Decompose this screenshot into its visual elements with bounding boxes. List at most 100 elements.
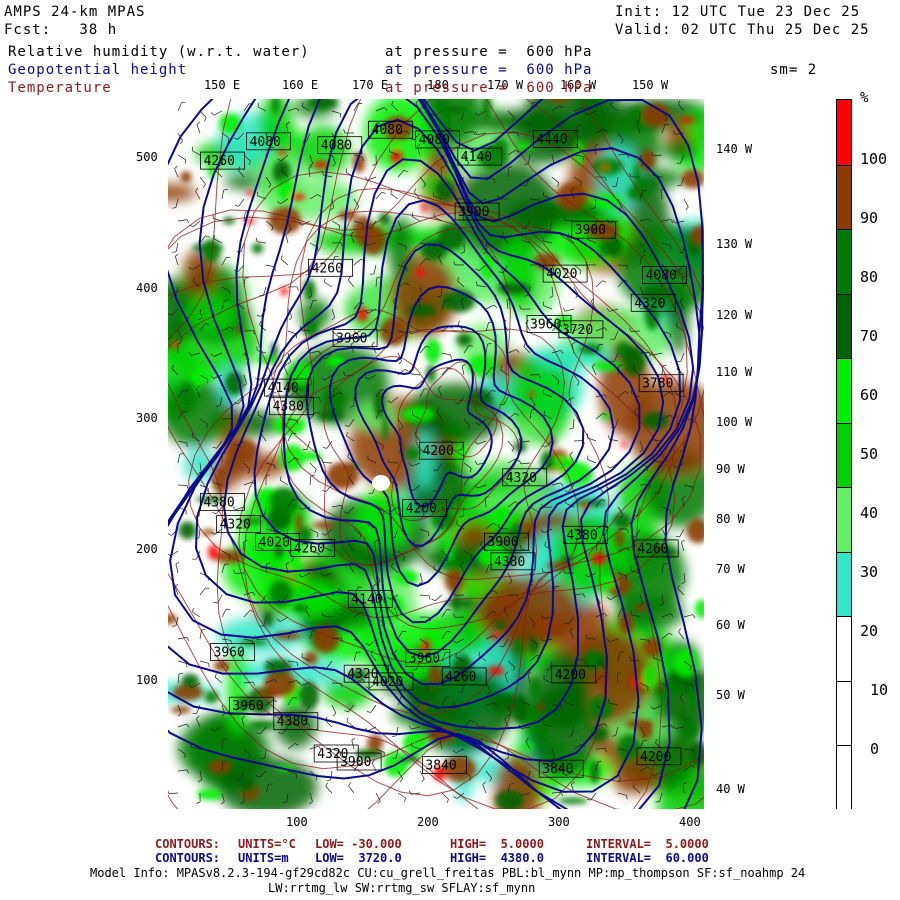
humidity-detail	[402, 730, 428, 756]
wind-barb-flag	[189, 224, 194, 228]
wind-barb-flag	[681, 539, 685, 543]
wind-barb-flag	[560, 792, 564, 797]
wind-barb	[309, 475, 312, 486]
wind-barb-flag	[220, 801, 225, 805]
wind-barb-flag	[196, 715, 200, 720]
wind-barb	[324, 281, 333, 288]
wind-barb-flag	[177, 713, 182, 717]
wind-barb	[630, 330, 641, 332]
wind-barb-flag	[675, 535, 680, 538]
smoothing-label: sm= 2	[770, 62, 818, 78]
wind-barb-flag	[450, 354, 452, 359]
wind-barb-flag	[171, 207, 176, 209]
wind-barb-flag	[602, 280, 607, 283]
wind-barb-flag	[325, 782, 328, 787]
height-label: 3780	[642, 377, 673, 392]
humidity-detail	[642, 665, 657, 690]
height-label: 3900	[340, 755, 371, 770]
wind-barb-flag	[174, 583, 179, 587]
wind-barb	[256, 638, 267, 640]
wind-barb-flag	[174, 165, 178, 169]
wind-barb	[375, 191, 383, 200]
wind-barb	[411, 373, 421, 376]
wind-barb	[331, 704, 337, 714]
wind-barb	[388, 462, 399, 464]
wind-barb-flag	[511, 447, 515, 452]
height-label: 3960	[336, 332, 367, 347]
humidity-detail	[625, 719, 655, 729]
wind-barb-flag	[586, 798, 591, 801]
humidity-detail	[444, 106, 467, 113]
height-label: 4260	[637, 542, 668, 557]
height-contours-label: CONTOURS:	[155, 851, 221, 865]
humidity-detail	[695, 599, 704, 619]
wind-barb-flag	[168, 553, 171, 557]
wind-barb	[240, 242, 245, 252]
lon-label-right: 60 W	[716, 618, 745, 632]
wind-barb-flag	[356, 206, 360, 211]
humidity-detail	[536, 702, 545, 712]
model-title: AMPS 24-km MPAS	[4, 4, 146, 20]
wind-barb-flag	[453, 796, 458, 799]
colorbar-label: 90	[860, 209, 879, 227]
wind-barb	[199, 630, 202, 640]
temp-low: LOW= -30.000	[315, 837, 402, 851]
humidity-detail	[428, 664, 442, 686]
wind-barb	[195, 191, 201, 200]
humidity-detail	[401, 406, 435, 423]
wind-barb-flag	[223, 189, 228, 191]
humidity-detail	[424, 338, 442, 364]
temp-contours-label: CONTOURS:	[155, 837, 221, 851]
height-label: 4140	[268, 381, 299, 396]
x-tick-label: 100	[286, 815, 308, 829]
y-tick-label: 500	[136, 150, 158, 164]
wind-barb	[441, 367, 449, 376]
wind-barb	[174, 168, 179, 178]
wind-barb-flag	[408, 725, 412, 730]
humidity-detail	[192, 243, 224, 253]
lon-label-right: 70 W	[716, 562, 745, 576]
forecast-hour: Fcst: 38 h	[4, 22, 118, 38]
height-label: 3840	[425, 759, 456, 774]
wind-barb-flag	[201, 628, 206, 631]
wind-barb-flag	[543, 410, 545, 415]
colorbar-bin	[837, 422, 851, 488]
height-label: 4080	[250, 135, 281, 150]
colorbar-label: 80	[860, 268, 879, 286]
wind-barb	[353, 258, 362, 266]
wind-barb-flag	[428, 595, 431, 600]
height-label: 4080	[321, 139, 352, 154]
wind-barb-flag	[326, 779, 331, 782]
wind-barb-flag	[377, 800, 381, 805]
wind-barb-flag	[296, 286, 299, 291]
field-rh-name: Relative humidity (w.r.t. water)	[8, 44, 310, 60]
wind-barb-flag	[413, 188, 417, 193]
humidity-detail	[557, 797, 588, 805]
wind-barb-flag	[212, 446, 217, 449]
wind-barb	[441, 792, 449, 800]
wind-barb	[485, 304, 495, 310]
map-canvas: 4320 4380 4200 4260 4140 4080 4020 3960 3900 3840…	[168, 99, 704, 809]
wind-barb-flag	[196, 801, 201, 804]
wind-barb	[280, 480, 289, 486]
humidity-detail	[219, 113, 241, 134]
wind-barb	[309, 462, 317, 470]
humidity-detail	[378, 212, 391, 226]
wind-barb-flag	[457, 449, 462, 451]
y-tick-label: 100	[136, 673, 158, 687]
wind-barb-flag	[171, 625, 176, 627]
humidity-detail	[405, 446, 421, 461]
wind-barb-flag	[366, 711, 371, 713]
wind-barb	[280, 258, 289, 266]
wind-barb-flag	[562, 307, 566, 312]
wind-barb	[198, 528, 201, 538]
lon-label-top: 160 E	[281, 78, 319, 92]
wind-barb-flag	[557, 182, 560, 187]
wind-barb-flag	[205, 235, 210, 238]
wind-barb	[680, 352, 685, 362]
lon-label-top: 150 E	[203, 78, 241, 92]
height-label: 4320	[347, 667, 378, 682]
colorbar-bin	[837, 100, 851, 165]
wind-barb-flag	[371, 341, 375, 346]
wind-barb-flag	[195, 187, 199, 192]
